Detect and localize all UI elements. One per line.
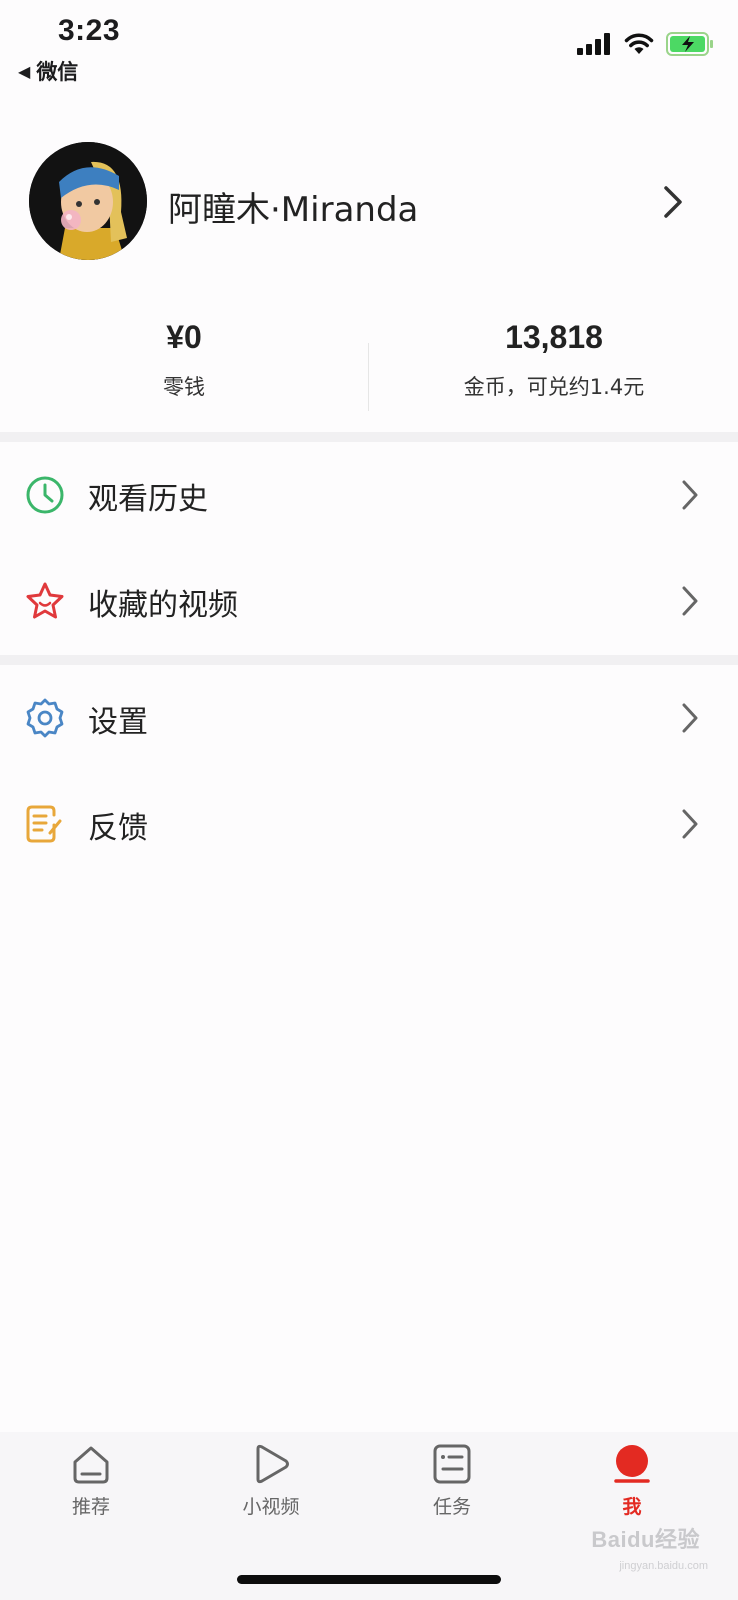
chevron-right-icon bbox=[682, 480, 698, 510]
tab-label-recommend: 推荐 bbox=[71, 1496, 110, 1518]
menu-label-favorites: 收藏的视频 bbox=[88, 588, 238, 623]
profile-header[interactable]: 阿瞳木·Miranda bbox=[0, 140, 738, 270]
menu-item-favorites[interactable]: 收藏的视频 bbox=[0, 548, 738, 654]
status-icons bbox=[576, 32, 714, 56]
tab-label-short-video: 小视频 bbox=[242, 1496, 300, 1518]
avatar[interactable] bbox=[29, 142, 147, 260]
baidu-watermark: Baidu经验 bbox=[591, 1527, 700, 1552]
note-edit-icon bbox=[26, 805, 62, 843]
task-list-icon bbox=[433, 1444, 471, 1484]
tab-recommend[interactable]: 推荐 bbox=[31, 1442, 151, 1519]
clock-icon bbox=[26, 476, 64, 514]
tab-label-tasks: 任务 bbox=[432, 1496, 471, 1518]
play-icon bbox=[256, 1444, 289, 1484]
status-time: 3:23 bbox=[58, 14, 121, 47]
back-label: 微信 bbox=[36, 60, 79, 84]
chevron-right-icon bbox=[664, 186, 682, 218]
menu-item-feedback[interactable]: 反馈 bbox=[0, 771, 738, 877]
coins-label: 金币，可兑约1.4元 bbox=[463, 375, 645, 399]
menu-label-history: 观看历史 bbox=[88, 482, 208, 517]
back-triangle-icon: ◀ bbox=[18, 61, 31, 81]
coins-value: 13,818 bbox=[505, 319, 603, 355]
chevron-right-icon bbox=[682, 809, 698, 839]
me-icon bbox=[614, 1445, 650, 1483]
menu-label-settings: 设置 bbox=[88, 705, 148, 740]
battery-charging-icon bbox=[666, 32, 713, 56]
avatar-illustration bbox=[29, 142, 147, 260]
home-icon bbox=[73, 1446, 109, 1484]
gear-icon bbox=[26, 698, 64, 738]
chevron-right-icon bbox=[682, 586, 698, 616]
cellular-signal-icon bbox=[577, 33, 610, 55]
back-to-wechat-button[interactable]: ◀ 微信 bbox=[18, 56, 78, 86]
tab-label-me: 我 bbox=[622, 1496, 642, 1518]
balance-value: ¥0 bbox=[166, 319, 202, 355]
balance-stat[interactable]: ¥0 零钱 bbox=[0, 315, 368, 401]
tab-tasks[interactable]: 任务 bbox=[392, 1442, 512, 1519]
baidu-watermark-url: jingyan.baidu.com bbox=[619, 1560, 708, 1572]
username: 阿瞳木·Miranda bbox=[168, 190, 419, 230]
tab-short-video[interactable]: 小视频 bbox=[211, 1442, 331, 1519]
coins-stat[interactable]: 13,818 金币，可兑约1.4元 bbox=[370, 315, 738, 401]
menu-label-feedback: 反馈 bbox=[88, 811, 148, 846]
tab-me[interactable]: 我 bbox=[572, 1442, 692, 1519]
star-icon bbox=[26, 582, 64, 619]
screen: 3:23 ◀ 微信 阿瞳木·Miranda ¥0 零钱 13,818 金币，可兑… bbox=[0, 0, 738, 1600]
stats-divider bbox=[368, 343, 369, 411]
chevron-right-icon bbox=[682, 703, 698, 733]
balance-label: 零钱 bbox=[163, 375, 205, 399]
menu-item-settings[interactable]: 设置 bbox=[0, 665, 738, 771]
wallet-stats: ¥0 零钱 13,818 金币，可兑约1.4元 bbox=[0, 315, 738, 415]
section-divider bbox=[0, 432, 738, 442]
menu-item-history[interactable]: 观看历史 bbox=[0, 442, 738, 548]
section-divider bbox=[0, 655, 738, 665]
home-indicator[interactable] bbox=[237, 1575, 501, 1584]
wifi-icon bbox=[624, 33, 654, 54]
